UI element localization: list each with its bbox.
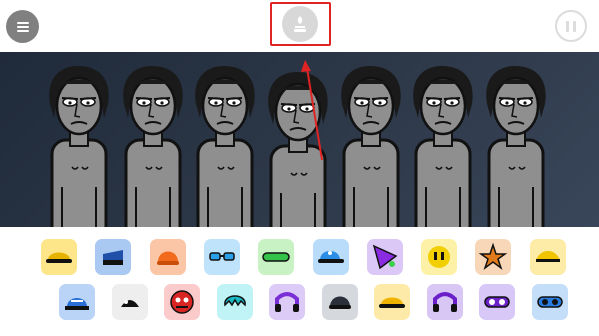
character-4[interactable] — [263, 68, 333, 227]
menu-button[interactable] — [6, 10, 39, 43]
character-3[interactable] — [190, 62, 260, 227]
white-mask-icon[interactable] — [111, 284, 148, 320]
yellow-cap-icon[interactable] — [41, 239, 77, 275]
red-monster-icon[interactable] — [164, 284, 200, 320]
purple-triangle-icon[interactable] — [366, 239, 403, 275]
character-5[interactable] — [336, 62, 406, 227]
character-2[interactable] — [118, 62, 188, 227]
pause-button[interactable] — [555, 10, 587, 42]
dark-helmet-icon[interactable] — [321, 284, 358, 320]
highlight-box — [270, 2, 331, 46]
blue-hat-icon[interactable] — [59, 284, 95, 320]
yellow-cap-2-icon[interactable] — [374, 284, 410, 320]
purple-headphones-icon[interactable] — [269, 284, 305, 320]
pause-icon — [564, 17, 578, 36]
blue-goggles-icon[interactable] — [531, 284, 568, 320]
cyan-hair-icon[interactable] — [216, 284, 253, 320]
orange-explosion-icon[interactable] — [475, 239, 512, 275]
sound-tray — [0, 227, 599, 336]
yellow-smiley-icon[interactable] — [421, 239, 458, 275]
green-headband-icon[interactable] — [258, 239, 295, 275]
yellow-visor-icon[interactable] — [529, 239, 566, 275]
character-stage — [0, 52, 599, 227]
character-6[interactable] — [408, 62, 478, 227]
orange-beanie-icon[interactable] — [149, 239, 186, 275]
blue-cap-icon[interactable] — [312, 239, 349, 275]
top-bar — [0, 0, 599, 52]
blue-visor-icon[interactable] — [95, 239, 132, 275]
purple-headphones-2-icon[interactable] — [426, 284, 463, 320]
character-1[interactable] — [44, 62, 114, 227]
menu-icon — [16, 21, 29, 32]
blue-glasses-icon[interactable] — [203, 239, 240, 275]
character-7[interactable] — [481, 62, 551, 227]
purple-goggles-icon[interactable] — [479, 284, 515, 320]
